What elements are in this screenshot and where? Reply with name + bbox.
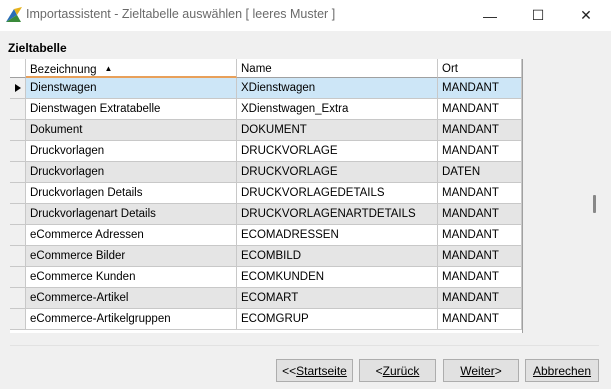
row-header[interactable] (10, 204, 26, 225)
cell-name[interactable]: ECOMBILD (237, 246, 438, 267)
table-row[interactable]: eCommerce-Artikelgruppen ECOMGRUP MANDANT (10, 309, 522, 330)
table-row[interactable]: Druckvorlagen Details DRUCKVORLAGEDETAILS… (10, 183, 522, 204)
cell-bezeichnung[interactable]: Druckvorlagen (26, 162, 237, 183)
cell-bezeichnung[interactable]: eCommerce-Artikel (26, 288, 237, 309)
cell-name[interactable]: XDienstwagen (237, 78, 438, 99)
cell-ort[interactable]: MANDANT (438, 246, 522, 267)
title-bar: Importassistent - Zieltabelle auswählen … (0, 0, 611, 31)
start-page-button[interactable]: << Startseite (276, 359, 353, 382)
cell-name[interactable]: ECOMGRUP (237, 309, 438, 330)
cell-name[interactable]: ECOMADRESSEN (237, 225, 438, 246)
cell-bezeichnung[interactable]: Dokument (26, 120, 237, 141)
minimize-button[interactable]: — (467, 0, 513, 31)
button-label: Startseite (296, 363, 347, 378)
close-button[interactable]: ✕ (563, 0, 609, 31)
row-header[interactable] (10, 183, 26, 204)
cell-ort[interactable]: MANDANT (438, 309, 522, 330)
cell-bezeichnung[interactable]: Dienstwagen Extratabelle (26, 99, 237, 120)
cell-bezeichnung[interactable]: Druckvorlagen Details (26, 183, 237, 204)
cell-bezeichnung[interactable]: eCommerce Bilder (26, 246, 237, 267)
row-header[interactable] (10, 246, 26, 267)
cell-ort[interactable]: DATEN (438, 162, 522, 183)
column-header-bezeichnung[interactable]: Bezeichnung ▲ (26, 59, 237, 78)
app-logo-icon (6, 7, 22, 22)
cell-ort[interactable]: MANDANT (438, 204, 522, 225)
cell-bezeichnung[interactable]: Druckvorlagenart Details (26, 204, 237, 225)
cell-ort[interactable]: MANDANT (438, 267, 522, 288)
cell-bezeichnung[interactable]: eCommerce-Artikelgruppen (26, 309, 237, 330)
table-row[interactable]: Druckvorlagen DRUCKVORLAGE MANDANT (10, 141, 522, 162)
cell-ort[interactable]: MANDANT (438, 183, 522, 204)
cell-name[interactable]: ECOMKUNDEN (237, 267, 438, 288)
row-header[interactable] (10, 288, 26, 309)
row-header[interactable] (10, 309, 26, 330)
next-button[interactable]: Weiter > (443, 359, 519, 382)
table-row[interactable]: Dienstwagen Extratabelle XDienstwagen_Ext… (10, 99, 522, 120)
cell-bezeichnung[interactable]: Dienstwagen (26, 78, 237, 99)
column-label: Name (241, 63, 272, 75)
cell-bezeichnung[interactable]: eCommerce Adressen (26, 225, 237, 246)
row-header[interactable] (10, 267, 26, 288)
column-header-ort[interactable]: Ort (438, 59, 522, 78)
button-label: Abbrechen (532, 363, 592, 378)
cell-name[interactable]: DRUCKVORLAGENARTDETAILS (237, 204, 438, 225)
column-label: Ort (442, 63, 458, 75)
sort-ascending-icon: ▲ (104, 64, 113, 73)
maximize-button[interactable]: ☐ (515, 0, 561, 31)
table-row[interactable]: Druckvorlagen DRUCKVORLAGE DATEN (10, 162, 522, 183)
button-prefix: << (282, 363, 297, 378)
cell-name[interactable]: XDienstwagen_Extra (237, 99, 438, 120)
column-label: Bezeichnung (30, 64, 97, 76)
vertical-scrollbar-thumb[interactable] (593, 195, 596, 213)
cell-ort[interactable]: MANDANT (438, 99, 522, 120)
cell-name[interactable]: ECOMART (237, 288, 438, 309)
cell-ort[interactable]: MANDANT (438, 225, 522, 246)
row-header[interactable] (10, 78, 26, 99)
back-button[interactable]: < Zurück (359, 359, 436, 382)
cell-bezeichnung[interactable]: Druckvorlagen (26, 141, 237, 162)
row-header-corner (10, 59, 26, 78)
row-header[interactable] (10, 162, 26, 183)
row-header[interactable] (10, 120, 26, 141)
cell-name[interactable]: DOKUMENT (237, 120, 438, 141)
button-label: Zurück (382, 363, 420, 378)
table-row[interactable]: eCommerce-Artikel ECOMART MANDANT (10, 288, 522, 309)
table-row[interactable]: Druckvorlagenart Details DRUCKVORLAGENART… (10, 204, 522, 225)
section-title: Zieltabelle (8, 41, 67, 55)
cell-ort[interactable]: MANDANT (438, 288, 522, 309)
cell-name[interactable]: DRUCKVORLAGE (237, 141, 438, 162)
table-grid[interactable]: Bezeichnung ▲ Name Ort Dienstwagen XDienst… (10, 59, 599, 346)
table-row[interactable]: eCommerce Bilder ECOMBILD MANDANT (10, 246, 522, 267)
cell-name[interactable]: DRUCKVORLAGEDETAILS (237, 183, 438, 204)
cell-bezeichnung[interactable]: eCommerce Kunden (26, 267, 237, 288)
button-label: Weiter (460, 363, 495, 378)
window-title: Importassistent - Zieltabelle auswählen … (26, 7, 336, 21)
cell-ort[interactable]: MANDANT (438, 141, 522, 162)
current-row-pointer-icon (15, 84, 21, 92)
column-header-name[interactable]: Name (237, 59, 438, 78)
cell-ort[interactable]: MANDANT (438, 120, 522, 141)
table-row[interactable]: eCommerce Adressen ECOMADRESSEN MANDANT (10, 225, 522, 246)
cell-ort[interactable]: MANDANT (438, 78, 522, 99)
row-header[interactable] (10, 99, 26, 120)
button-suffix: > (494, 363, 502, 378)
row-header[interactable] (10, 225, 26, 246)
cancel-button[interactable]: Abbrechen (525, 359, 599, 382)
row-header[interactable] (10, 141, 26, 162)
table-row[interactable]: Dokument DOKUMENT MANDANT (10, 120, 522, 141)
table-row[interactable]: eCommerce Kunden ECOMKUNDEN MANDANT (10, 267, 522, 288)
button-prefix: < (375, 363, 383, 378)
table-row[interactable]: Dienstwagen XDienstwagen MANDANT (10, 78, 522, 99)
cell-name[interactable]: DRUCKVORLAGE (237, 162, 438, 183)
